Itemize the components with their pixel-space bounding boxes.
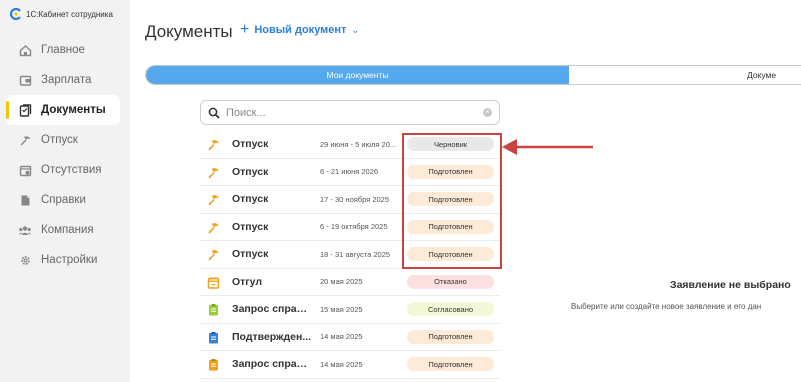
vacation-icon xyxy=(207,248,220,261)
sidebar-item-label: Отпуск xyxy=(41,134,78,146)
document-date: 14 мая 2025 xyxy=(320,332,363,342)
document-date: 6 - 21 июня 2026 xyxy=(320,167,379,177)
1c-logo-icon xyxy=(10,8,22,20)
document-name: Отпуск xyxy=(232,220,269,233)
sidebar-item-label: Отсутствия xyxy=(41,164,102,176)
sidebar-item-label: Зарплата xyxy=(41,74,92,86)
document-date: 18 - 31 августа 2025 xyxy=(320,249,391,259)
tab-other-documents[interactable]: Докуме xyxy=(569,66,801,84)
calendar-icon xyxy=(207,276,220,289)
page-title: Документы xyxy=(145,22,233,41)
sidebar-item-label: Справки xyxy=(41,194,86,206)
document-name: Отпуск xyxy=(232,193,269,206)
vacation-icon xyxy=(18,133,32,147)
search-icon xyxy=(208,107,220,119)
empty-state-title: Заявление не выбрано xyxy=(670,279,791,291)
document-date: 20 мая 2025 xyxy=(320,277,363,287)
sidebar-item-label: Документы xyxy=(41,104,106,116)
document-row[interactable]: Запрос справк... 15 мая 2025 Согласовано xyxy=(200,296,500,324)
certificate-icon xyxy=(18,193,32,207)
document-name: Запрос справк... xyxy=(232,303,312,316)
search-box: × xyxy=(200,100,500,125)
sidebar-item-label: Компания xyxy=(41,224,94,236)
sidebar-item-salary[interactable]: Зарплата xyxy=(6,65,120,95)
document-tabs: Мои документы Докуме xyxy=(145,65,801,85)
search-input[interactable] xyxy=(226,106,477,119)
sidebar-item-company[interactable]: Компания xyxy=(6,215,120,245)
status-badge: Подготовлен xyxy=(407,357,494,372)
empty-state-subtitle: Выберите или создайте новое заявление и … xyxy=(571,302,762,311)
document-name: Отгул xyxy=(232,275,263,288)
sidebar-item-settings[interactable]: Настройки xyxy=(6,245,120,275)
sidebar-item-home[interactable]: Главное xyxy=(6,35,120,65)
sidebar-item-certificates[interactable]: Справки xyxy=(6,185,120,215)
document-date: 14 мая 2025 xyxy=(320,359,363,369)
wallet-icon xyxy=(18,73,32,87)
sidebar-item-vacation[interactable]: Отпуск xyxy=(6,125,120,155)
chevron-down-icon: ⌄ xyxy=(351,24,359,35)
app-title: 1С:Кабинет сотрудника xyxy=(26,9,113,19)
document-name: Запрос справк... xyxy=(232,358,312,371)
new-document-button[interactable]: + Новый документ ⌄ xyxy=(240,21,359,38)
document-row[interactable]: Запрос справк... 14 мая 2025 Подготовлен xyxy=(200,351,500,379)
document-row[interactable]: Подтвержден... 14 мая 2025 Подготовлен xyxy=(200,324,500,351)
document-name: Отпуск xyxy=(232,248,269,261)
sidebar-item-label: Главное xyxy=(41,44,85,56)
status-badge: Согласовано xyxy=(407,302,494,317)
annotation-arrow-icon xyxy=(502,139,593,155)
clear-icon[interactable]: × xyxy=(483,108,492,117)
clipboard-orange-icon xyxy=(207,358,220,371)
sidebar-item-label: Настройки xyxy=(41,254,98,266)
status-badge: Подготовлен xyxy=(407,329,494,344)
document-name: Подтвержден... xyxy=(232,330,312,343)
document-date: 29 июня - 5 июля 20... xyxy=(320,139,397,149)
document-row[interactable]: Отгул 20 мая 2025 Отказано xyxy=(200,269,500,296)
sidebar-item-documents[interactable]: Документы xyxy=(6,95,120,125)
document-date: 17 - 30 ноября 2025 xyxy=(320,194,390,204)
company-people-icon xyxy=(18,223,32,237)
document-date: 6 - 19 октября 2025 xyxy=(320,222,388,232)
clipboard-blue-icon xyxy=(207,331,220,344)
tab-my-documents[interactable]: Мои документы xyxy=(146,66,569,84)
app-brand[interactable]: 1С:Кабинет сотрудника xyxy=(10,8,113,20)
sidebar-item-absences[interactable]: Отсутствия xyxy=(6,155,120,185)
vacation-icon xyxy=(207,138,220,151)
status-badge: Отказано xyxy=(407,274,494,289)
home-icon xyxy=(18,43,32,57)
document-name: Отпуск xyxy=(232,138,269,151)
sidebar: 1С:Кабинет сотрудника Главное Зарплата Д… xyxy=(0,0,130,382)
absence-calendar-icon xyxy=(18,163,32,177)
document-date: 15 мая 2025 xyxy=(320,304,363,314)
document-name: Отпуск xyxy=(232,165,269,178)
status-highlight-box xyxy=(402,133,502,269)
vacation-icon xyxy=(207,193,220,206)
plus-icon: + xyxy=(240,21,250,38)
clipboard-green-icon xyxy=(207,303,220,316)
new-document-label: Новый документ xyxy=(254,24,347,36)
vacation-icon xyxy=(207,221,220,234)
documents-icon xyxy=(18,103,32,117)
vacation-icon xyxy=(207,166,220,179)
gear-icon xyxy=(18,253,32,267)
